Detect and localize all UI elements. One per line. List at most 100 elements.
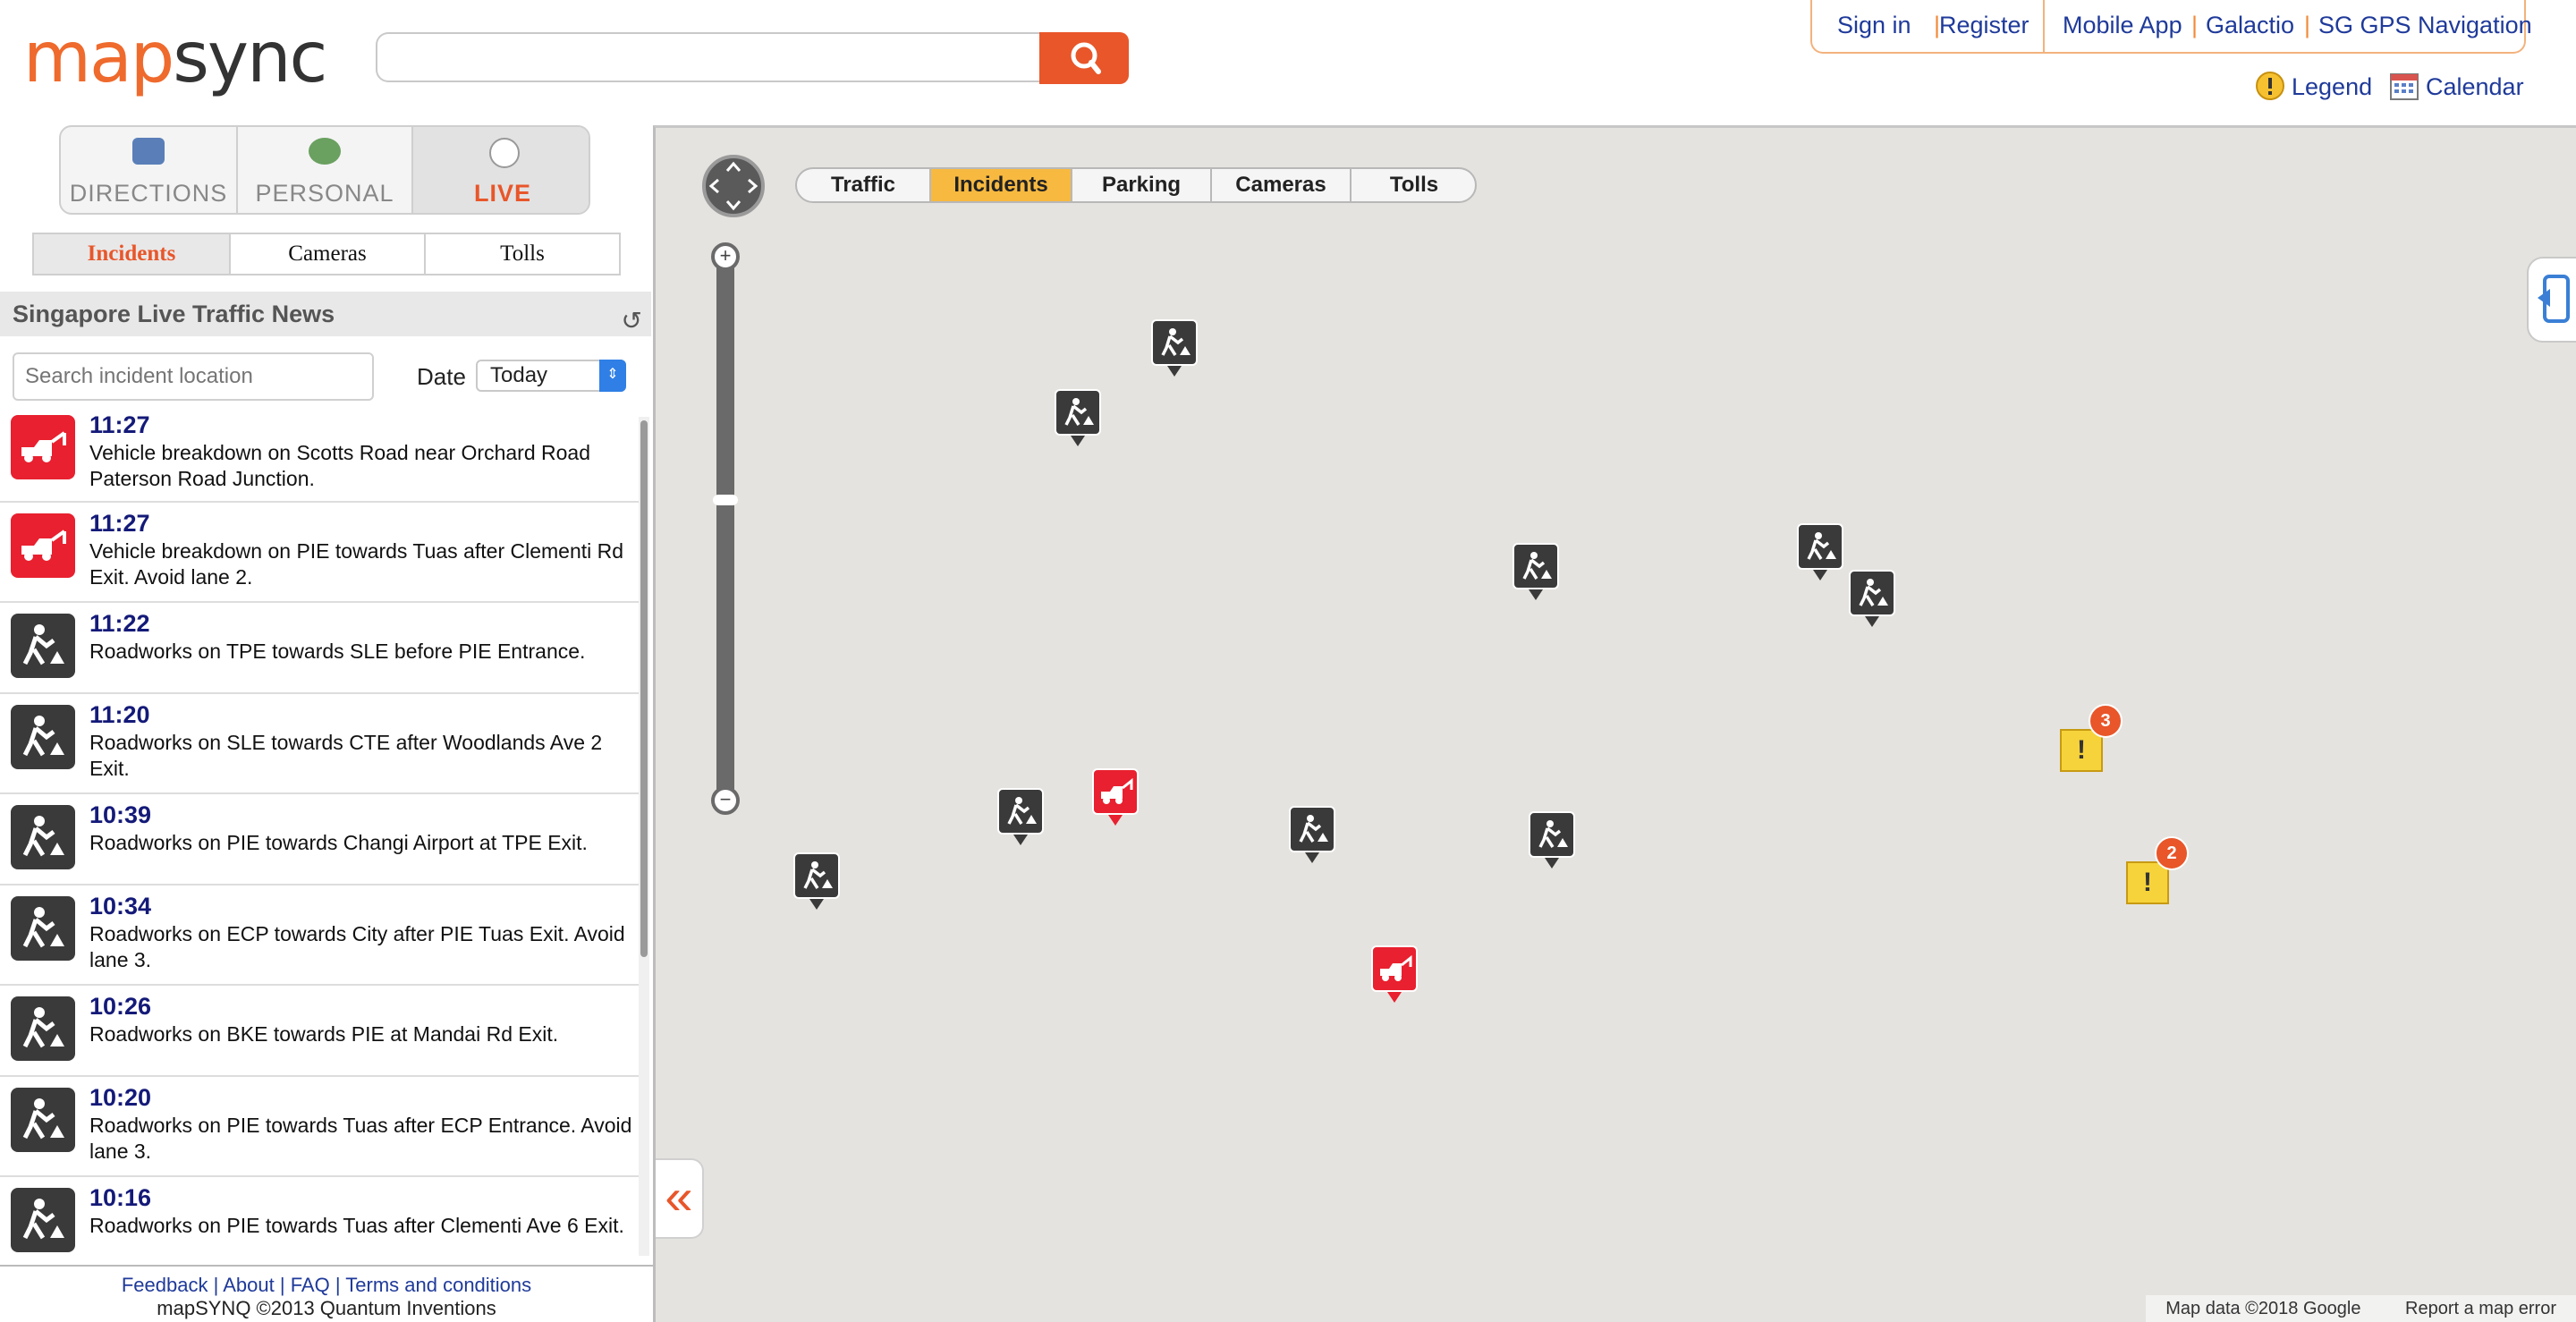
map-tab-traffic[interactable]: Traffic xyxy=(797,169,931,201)
news-title: Singapore Live Traffic News xyxy=(13,301,335,327)
incident-list-item[interactable]: 10:20 Roadworks on PIE towards Tuas after… xyxy=(0,1077,639,1177)
mapsynq-logo[interactable]: mapsync xyxy=(23,23,327,93)
refresh-icon[interactable]: ↺ xyxy=(622,299,642,343)
separator: | xyxy=(335,1274,341,1296)
incident-list-item[interactable]: 11:22 Roadworks on TPE towards SLE before… xyxy=(0,603,639,694)
cluster-symbol: ! xyxy=(2077,735,2086,765)
separator: | xyxy=(279,1274,285,1296)
roadworks-icon xyxy=(793,852,840,899)
tab-personal[interactable]: PERSONAL xyxy=(238,127,413,213)
collapse-panel-button[interactable]: « xyxy=(656,1158,704,1239)
pan-control[interactable] xyxy=(702,155,765,217)
tow-truck-marker[interactable] xyxy=(1371,945,1418,1003)
incident-list-item[interactable]: 10:34 Roadworks on ECP towards City after… xyxy=(0,886,639,986)
zoom-out-button[interactable]: − xyxy=(711,786,740,815)
roadworks-marker[interactable] xyxy=(997,788,1044,845)
search-button[interactable] xyxy=(1039,32,1129,84)
tab-label: LIVE xyxy=(473,180,531,207)
faq-link[interactable]: FAQ xyxy=(291,1274,330,1296)
incident-list-item[interactable]: 11:27 Vehicle breakdown on PIE towards Tu… xyxy=(0,503,639,603)
roadworks-marker[interactable] xyxy=(1289,806,1335,863)
mode-tabs: DIRECTIONS PERSONAL LIVE xyxy=(59,125,590,215)
feedback-link[interactable]: Feedback xyxy=(122,1274,208,1296)
separator: | xyxy=(213,1274,219,1296)
roadworks-marker[interactable] xyxy=(1529,811,1575,869)
incident-time: 10:34 xyxy=(89,893,152,919)
incident-time: 11:27 xyxy=(89,510,150,537)
date-value: Today xyxy=(490,363,548,387)
incident-cluster-marker[interactable]: ! 2 xyxy=(2126,836,2189,904)
roadworks-icon xyxy=(11,614,75,678)
roadworks-marker[interactable] xyxy=(1151,319,1198,377)
map-tab-incidents[interactable]: Incidents xyxy=(931,169,1072,201)
sg-gps-navigation-link[interactable]: SG GPS Navigation xyxy=(2318,12,2532,39)
roadworks-marker[interactable] xyxy=(793,852,840,910)
phone-icon xyxy=(2538,275,2570,323)
sub-tabs: Incidents Cameras Tolls xyxy=(32,233,621,275)
subtab-incidents[interactable]: Incidents xyxy=(34,234,231,274)
roadworks-icon xyxy=(11,1188,75,1252)
car-icon xyxy=(132,138,165,165)
zoom-in-button[interactable]: + xyxy=(711,242,740,271)
clock-icon xyxy=(489,138,520,168)
cluster-count-badge: 3 xyxy=(2089,704,2123,738)
tow-truck-marker[interactable] xyxy=(1092,768,1139,826)
search-input[interactable] xyxy=(376,32,1039,82)
incident-cluster-marker[interactable]: ! 3 xyxy=(2060,704,2123,772)
map-area[interactable]: Traffic Incidents Parking Cameras Tolls … xyxy=(653,125,2576,1322)
tab-live[interactable]: LIVE xyxy=(413,127,589,213)
map-tab-parking[interactable]: Parking xyxy=(1072,169,1212,201)
person-icon xyxy=(309,138,341,165)
galactio-link[interactable]: Galactio xyxy=(2206,12,2294,39)
scrollbar[interactable] xyxy=(639,417,649,1256)
map-tab-tolls[interactable]: Tolls xyxy=(1352,169,1475,201)
roadworks-icon xyxy=(1529,811,1575,858)
tab-label: PERSONAL xyxy=(255,180,394,207)
news-header: Singapore Live Traffic News ↺ xyxy=(0,292,651,336)
roadworks-icon xyxy=(997,788,1044,835)
incident-list-item[interactable]: 11:20 Roadworks on SLE towards CTE after … xyxy=(0,694,639,794)
zoom-thumb[interactable] xyxy=(713,495,738,505)
incident-list-item[interactable]: 10:16 Roadworks on PIE towards Tuas after… xyxy=(0,1177,639,1265)
terms-link[interactable]: Terms and conditions xyxy=(345,1274,531,1296)
header: mapsync Sign in | Register Mobile App | … xyxy=(0,0,2576,125)
roadworks-icon xyxy=(1151,319,1198,366)
about-link[interactable]: About xyxy=(223,1274,275,1296)
register-link[interactable]: Register xyxy=(1939,12,2029,39)
mobile-app-button[interactable] xyxy=(2527,257,2576,343)
chevron-updown-icon: ⇕ xyxy=(599,360,626,392)
calendar-link[interactable]: Calendar xyxy=(2390,72,2524,101)
sign-in-link[interactable]: Sign in xyxy=(1837,12,1911,39)
zoom-slider[interactable]: + − xyxy=(711,242,740,815)
incident-list-item[interactable]: 11:27 Vehicle breakdown on Scotts Road ne… xyxy=(0,404,639,503)
tab-directions[interactable]: DIRECTIONS xyxy=(61,127,238,213)
date-select[interactable]: Today ⇕ xyxy=(476,360,626,392)
incident-time: 11:27 xyxy=(89,411,150,438)
legend-link[interactable]: Legend xyxy=(2256,72,2372,101)
mobile-app-link[interactable]: Mobile App xyxy=(2063,12,2182,39)
tow-truck-icon xyxy=(11,513,75,578)
incident-list-item[interactable]: 10:39 Roadworks on PIE towards Changi Air… xyxy=(0,794,639,886)
calendar-icon xyxy=(2390,73,2419,100)
subtab-cameras[interactable]: Cameras xyxy=(231,234,426,274)
incident-description: Roadworks on PIE towards Tuas after ECP … xyxy=(89,1114,632,1163)
pan-arrows-icon xyxy=(708,161,758,211)
incident-search-input[interactable] xyxy=(13,352,374,401)
report-map-error-link[interactable]: Report a map error xyxy=(2405,1299,2556,1318)
tow-truck-icon xyxy=(11,415,75,479)
logo-part-map: map xyxy=(23,18,174,98)
incident-description: Roadworks on PIE towards Tuas after Clem… xyxy=(89,1214,624,1237)
incident-description: Vehicle breakdown on PIE towards Tuas af… xyxy=(89,539,624,589)
subtab-tolls[interactable]: Tolls xyxy=(426,234,619,274)
roadworks-icon xyxy=(11,1088,75,1152)
roadworks-marker[interactable] xyxy=(1797,523,1843,580)
scrollbar-thumb[interactable] xyxy=(640,420,648,957)
incident-list-item[interactable]: 10:26 Roadworks on BKE towards PIE at Man… xyxy=(0,986,639,1077)
roadworks-marker[interactable] xyxy=(1513,543,1559,600)
incident-time: 10:16 xyxy=(89,1184,152,1211)
incident-description: Roadworks on TPE towards SLE before PIE … xyxy=(89,640,586,663)
roadworks-marker[interactable] xyxy=(1055,389,1101,446)
map-tab-cameras[interactable]: Cameras xyxy=(1212,169,1352,201)
map-layer-tabs: Traffic Incidents Parking Cameras Tolls xyxy=(795,167,1477,203)
roadworks-marker[interactable] xyxy=(1849,570,1895,627)
